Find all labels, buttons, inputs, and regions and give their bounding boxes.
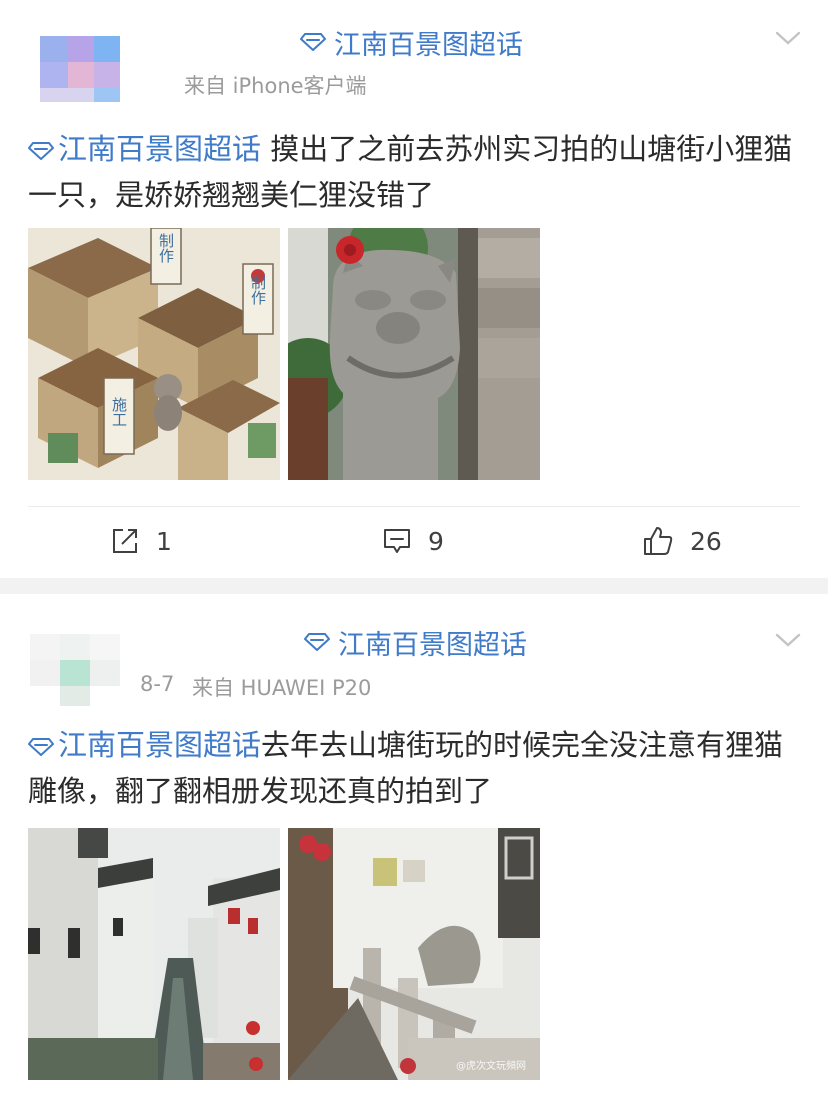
share-button[interactable]: 1 (110, 515, 172, 567)
share-icon (113, 529, 137, 553)
post-source: 来自 iPhone客户端 (184, 74, 367, 98)
super-topic-icon (28, 141, 54, 161)
like-button[interactable]: 26 (642, 515, 722, 567)
sign-label: 制作 (249, 275, 267, 305)
action-bar: 1 9 26 (0, 515, 828, 567)
feed-post: 江南百景图超话 8-7 来自 HUAWEI P20 江南百景图超话去年去山塘街玩… (0, 594, 828, 1102)
post-image-game-screenshot[interactable]: 制作 制作 施工 (28, 228, 280, 480)
super-topic-name: 江南百景图超话 (338, 629, 527, 661)
divider (28, 506, 800, 507)
post-image-canal-street[interactable] (28, 828, 280, 1080)
super-topic-icon (304, 632, 330, 652)
post-text: 江南百景图超话 摸出了之前去苏州实习拍的山塘街小狸猫一只，是娇娇翘翘美仁狸没错了 (28, 126, 800, 218)
feed-post: 江南百景图超话 来自 iPhone客户端 江南百景图超话 摸出了之前去苏州实习拍… (0, 0, 828, 578)
sign-label: 施工 (110, 397, 128, 427)
comment-button[interactable]: 9 (382, 515, 444, 567)
post-source: 来自 HUAWEI P20 (192, 676, 372, 700)
thumbs-up-icon (644, 527, 673, 555)
share-count: 1 (156, 526, 172, 556)
watermark: @虎次文玩頻网 (456, 1061, 526, 1072)
comment-count: 9 (428, 526, 444, 556)
post-date: 8-7 (140, 672, 175, 696)
post-text: 江南百景图超话去年去山塘街玩的时候完全没注意有狸猫雕像，翻了翻相册发现还真的拍到… (28, 722, 800, 814)
super-topic-header[interactable]: 江南百景图超话 (304, 624, 527, 661)
like-count: 26 (690, 526, 722, 556)
avatar[interactable] (28, 22, 128, 102)
post-image-statue-bridge[interactable]: @虎次文玩頻网 (288, 828, 540, 1080)
super-topic-header[interactable]: 江南百景图超话 (300, 24, 523, 61)
super-topic-link-label: 江南百景图超话 (58, 728, 262, 762)
post-image-stone-statue[interactable] (288, 228, 540, 480)
super-topic-name: 江南百景图超话 (334, 29, 523, 61)
post-separator (0, 578, 828, 594)
super-topic-link[interactable]: 江南百景图超话 (28, 728, 261, 762)
chevron-down-icon[interactable] (774, 24, 802, 52)
sign-label: 制作 (157, 233, 175, 263)
avatar[interactable] (28, 630, 128, 710)
super-topic-icon (28, 737, 54, 757)
super-topic-link[interactable]: 江南百景图超话 (28, 132, 261, 166)
super-topic-icon (300, 32, 326, 52)
chevron-down-icon[interactable] (774, 626, 802, 654)
super-topic-link-label: 江南百景图超话 (58, 132, 262, 166)
comment-icon (384, 529, 410, 553)
